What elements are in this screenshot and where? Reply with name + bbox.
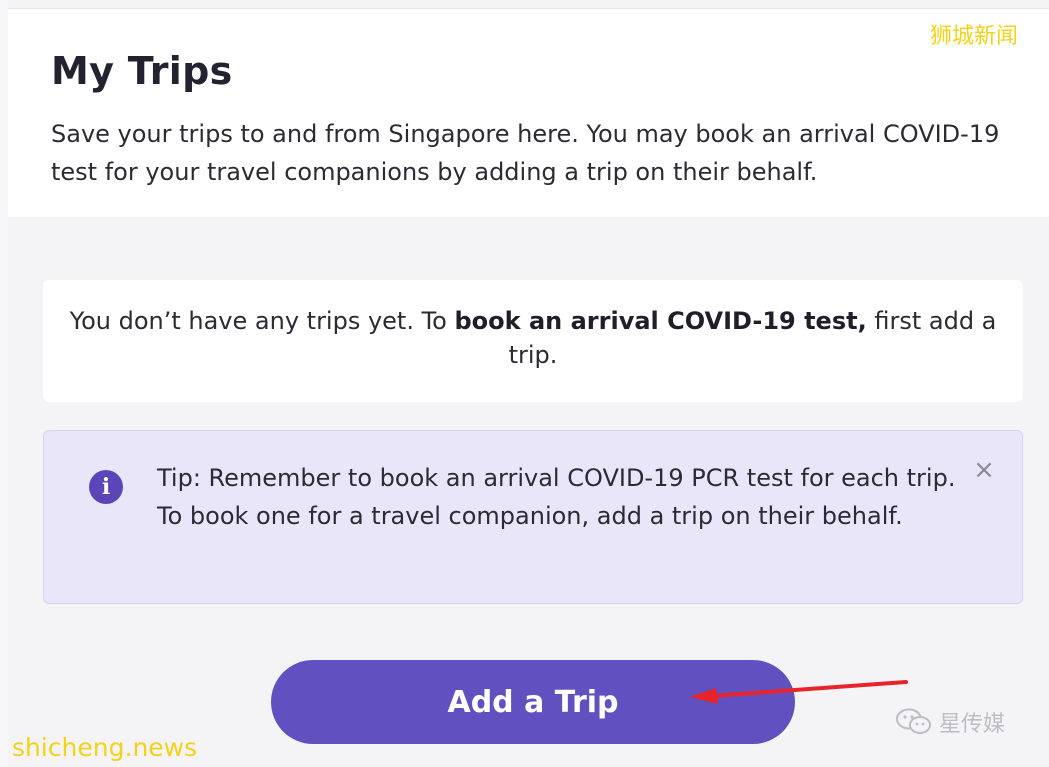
empty-trips-text-bold: book an arrival COVID-19 test,: [454, 307, 867, 335]
empty-trips-card: You don’t have any trips yet. To book an…: [43, 280, 1023, 402]
page-subtitle: Save your trips to and from Singapore he…: [51, 120, 1000, 186]
page-title: My Trips: [51, 49, 233, 93]
tip-banner: i Tip: Remember to book an arrival COVID…: [43, 430, 1023, 604]
empty-trips-message: You don’t have any trips yet. To book an…: [63, 304, 1003, 372]
page-header: My Trips Save your trips to and from Sin…: [8, 8, 1049, 217]
wechat-account-name: 星传媒: [939, 712, 1006, 737]
empty-trips-text-start: You don’t have any trips yet. To: [69, 307, 455, 335]
tip-text: Tip: Remember to book an arrival COVID-1…: [157, 464, 956, 530]
watermark-top-right: 狮城新闻: [930, 24, 1019, 49]
annotation-arrow-icon: [690, 680, 908, 704]
close-icon[interactable]: ×: [969, 455, 999, 485]
page-left-edge: [0, 0, 8, 767]
wechat-icon: [896, 708, 931, 734]
info-icon: i: [89, 470, 123, 504]
watermark-wechat: 星传媒: [895, 704, 1005, 740]
watermark-bottom-left: shicheng.news: [12, 733, 198, 762]
